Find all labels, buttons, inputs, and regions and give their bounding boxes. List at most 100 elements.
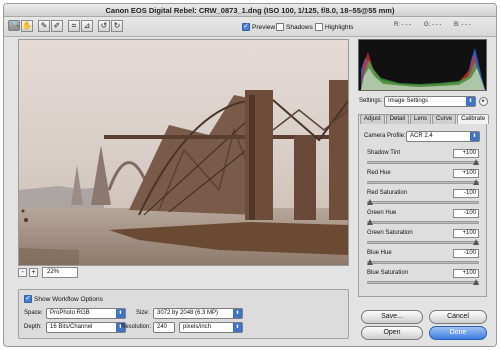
slider-row: Green Hue -100 [367, 209, 479, 228]
size-select[interactable]: 3072 by 2048 (6.3 MP) ⬍ [153, 308, 243, 319]
slider-row: Red Saturation -100 [367, 189, 479, 208]
open-button[interactable]: Open [361, 326, 423, 340]
settings-value: Image Settings [388, 98, 429, 104]
highlights-checkbox[interactable]: Highlights [315, 23, 354, 31]
resolution-value: 240 [157, 324, 168, 330]
slider-value-field[interactable]: +100 [453, 169, 479, 178]
slider-track[interactable] [367, 261, 479, 264]
settings-menu-icon[interactable]: ▸ [479, 97, 488, 106]
panel-tabs: Adjust Detail Lens Curve Calibrate [360, 114, 490, 124]
size-value: 3072 by 2048 (6.3 MP) [157, 310, 219, 316]
checkmark-icon: ✓ [242, 23, 250, 31]
slider-label: Shadow Tint [367, 150, 401, 156]
crop-icon[interactable]: ⌗ [68, 20, 80, 32]
resolution-unit-value: pixels/inch [183, 324, 212, 330]
slider-value-field[interactable]: -100 [453, 249, 479, 258]
slider-value-field[interactable]: +100 [453, 229, 479, 238]
slider-thumb[interactable] [473, 279, 479, 285]
select-arrow-icon: ⬍ [466, 97, 475, 106]
slider-track[interactable] [367, 161, 479, 164]
zoom-level-value: 22% [47, 269, 60, 275]
zoom-in-button[interactable]: + [29, 268, 38, 277]
checkmark-icon: ✓ [24, 295, 32, 303]
slider-track[interactable] [367, 281, 479, 284]
slider-thumb[interactable] [473, 179, 479, 185]
settings-select[interactable]: Image Settings ⬍ [384, 96, 476, 107]
bridge-photo [19, 40, 350, 265]
window-title: Canon EOS Digital Rebel: CRW_0873_1.dng … [105, 6, 395, 15]
slider-value-field[interactable]: +100 [453, 149, 479, 158]
camera-raw-window: Canon EOS Digital Rebel: CRW_0873_1.dng … [3, 3, 497, 347]
slider-track[interactable] [367, 241, 479, 244]
highlights-label: Highlights [325, 23, 354, 31]
zoom-icon[interactable]: 🔍 [8, 20, 20, 31]
tab-curve[interactable]: Curve [432, 114, 457, 124]
depth-label: Depth: [24, 324, 42, 330]
space-select[interactable]: ProPhoto RGB ⬍ [46, 308, 126, 319]
preview-checkbox[interactable]: ✓ Preview [242, 23, 275, 31]
space-value: ProPhoto RGB [50, 310, 90, 316]
slider-row: Blue Saturation +100 [367, 269, 479, 288]
slider-thumb[interactable] [473, 159, 479, 165]
slider-track[interactable] [367, 201, 479, 204]
slider-thumb[interactable] [367, 259, 373, 265]
slider-row: Blue Hue -100 [367, 249, 479, 268]
depth-value: 16 Bits/Channel [50, 324, 93, 330]
tab-adjust[interactable]: Adjust [360, 114, 385, 124]
slider-value-field[interactable]: +100 [453, 269, 479, 278]
slider-row: Shadow Tint +100 [367, 149, 479, 168]
zoom-out-button[interactable]: - [18, 268, 27, 277]
settings-label: Settings: [359, 98, 383, 104]
save-button[interactable]: Save... [361, 310, 423, 324]
straighten-icon[interactable]: ⊿ [81, 20, 93, 32]
camera-profile-select[interactable]: ACR 2.4 ⬍ [406, 131, 480, 142]
histogram [358, 39, 487, 91]
rotate-left-icon[interactable]: ↺ [98, 20, 110, 32]
select-arrow-icon: ⬍ [116, 309, 125, 318]
slider-label: Green Saturation [367, 230, 413, 236]
image-preview[interactable] [18, 39, 350, 266]
resolution-input[interactable]: 240 [153, 322, 175, 333]
tab-calibrate[interactable]: Calibrate [457, 114, 490, 124]
cancel-button[interactable]: Cancel [429, 310, 487, 324]
select-arrow-icon: ⬍ [233, 323, 242, 332]
eyedropper-icon[interactable]: ✎ [38, 20, 50, 32]
show-workflow-options-checkbox[interactable]: ✓ Show Workflow Options [24, 295, 103, 303]
shadows-label: Shadows [286, 23, 313, 31]
camera-profile-label: Camera Profile: [364, 133, 406, 139]
hand-icon[interactable]: ✋ [21, 20, 33, 32]
slider-track[interactable] [367, 221, 479, 224]
slider-label: Blue Saturation [367, 270, 409, 276]
rgb-readout-b: B: - - - [454, 22, 471, 28]
depth-select[interactable]: 16 Bits/Channel ⬍ [46, 322, 126, 333]
space-label: Space: [24, 310, 43, 316]
slider-label: Red Saturation [367, 190, 408, 196]
shadows-checkbox[interactable]: Shadows [276, 23, 313, 31]
resolution-unit-select[interactable]: pixels/inch ⬍ [179, 322, 243, 333]
color-sampler-icon[interactable]: ✐ [51, 20, 63, 32]
slider-thumb[interactable] [367, 199, 373, 205]
select-arrow-icon: ⬍ [233, 309, 242, 318]
resolution-label: Resolution: [121, 324, 152, 330]
tab-detail[interactable]: Detail [385, 114, 410, 124]
slider-track[interactable] [367, 181, 479, 184]
select-arrow-icon: ⬍ [470, 132, 479, 141]
slider-label: Red Hue [367, 170, 391, 176]
slider-thumb[interactable] [367, 219, 373, 225]
preview-label: Preview [252, 23, 276, 31]
tab-lens[interactable]: Lens [410, 114, 432, 124]
histogram-graph [361, 48, 485, 90]
checkbox-box-icon [315, 23, 323, 31]
done-button[interactable]: Done [429, 326, 487, 340]
title-bar: Canon EOS Digital Rebel: CRW_0873_1.dng … [4, 4, 496, 17]
zoom-level-select[interactable]: 22% [42, 267, 78, 278]
rgb-readout-g: G: - - - [424, 22, 442, 28]
show-workflow-options-label: Show Workflow Options [34, 295, 103, 303]
slider-value-field[interactable]: -100 [453, 209, 479, 218]
slider-value-field[interactable]: -100 [453, 189, 479, 198]
rotate-right-icon[interactable]: ↻ [111, 20, 123, 32]
slider-label: Blue Hue [367, 250, 392, 256]
slider-thumb[interactable] [473, 239, 479, 245]
camera-profile-value: ACR 2.4 [410, 133, 433, 139]
size-label: Size: [136, 310, 150, 316]
